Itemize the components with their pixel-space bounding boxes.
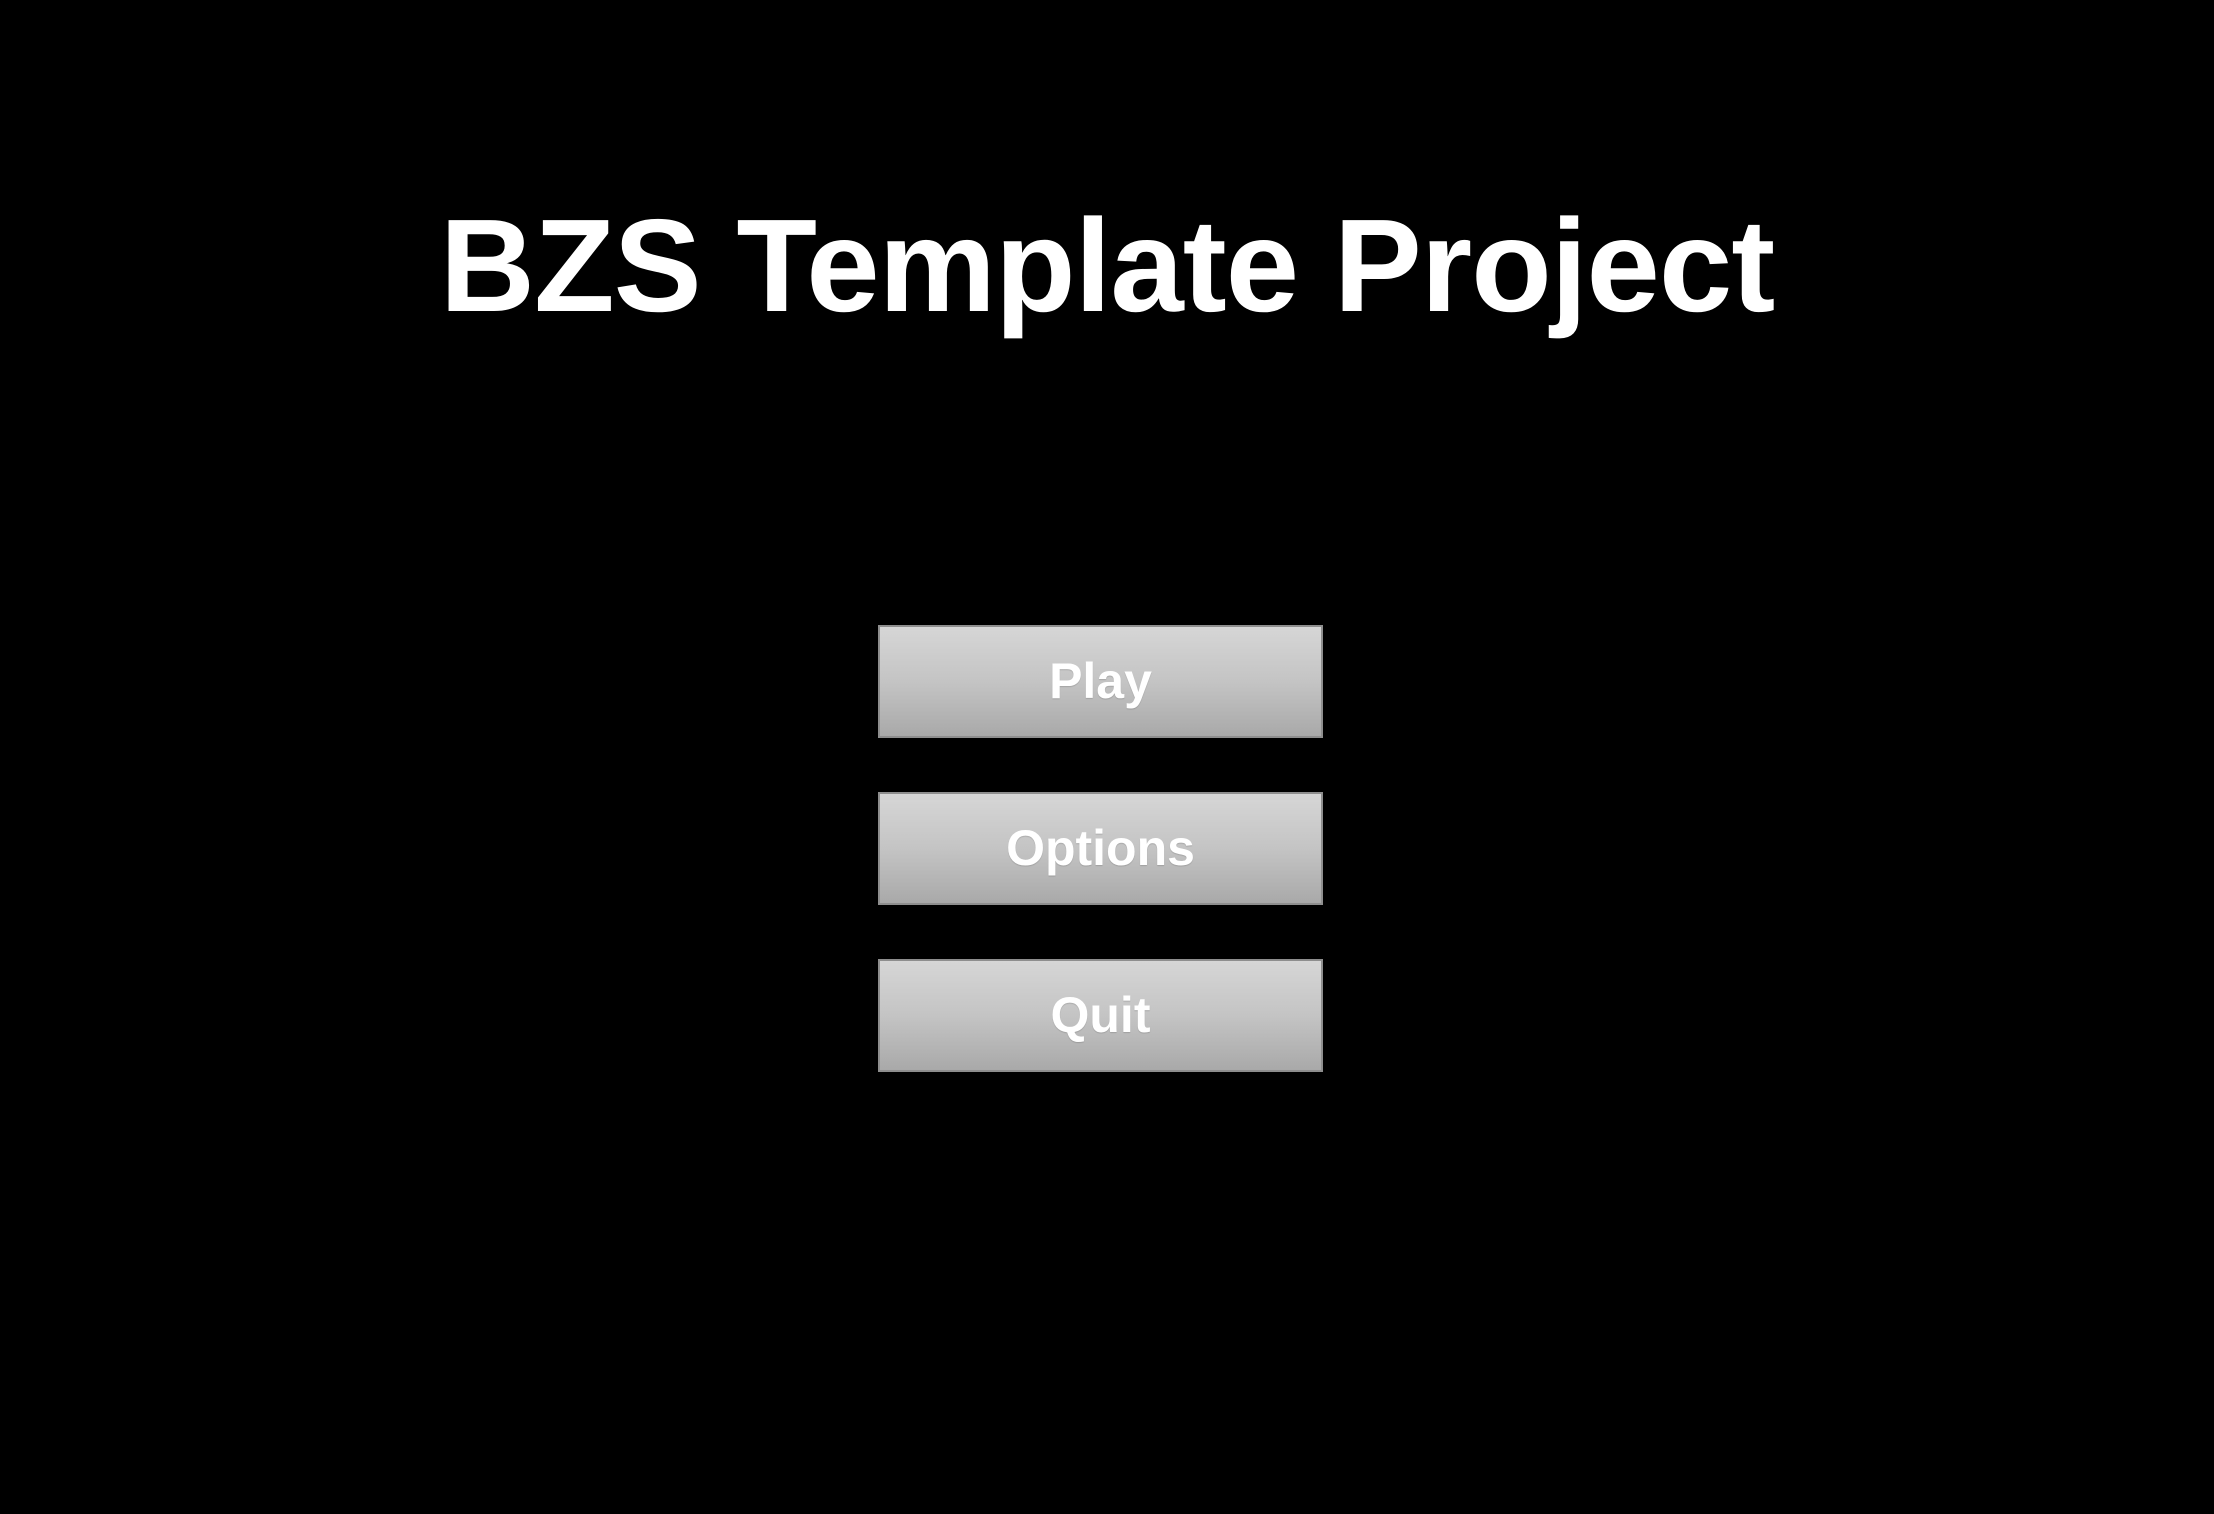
quit-button[interactable]: Quit xyxy=(878,959,1323,1072)
main-menu-screen: BZS Template Project Play Options Quit xyxy=(0,0,2214,1514)
game-title: BZS Template Project xyxy=(439,192,1776,339)
options-button[interactable]: Options xyxy=(878,792,1323,905)
play-button[interactable]: Play xyxy=(878,625,1323,738)
main-menu: Play Options Quit xyxy=(878,625,1323,1072)
